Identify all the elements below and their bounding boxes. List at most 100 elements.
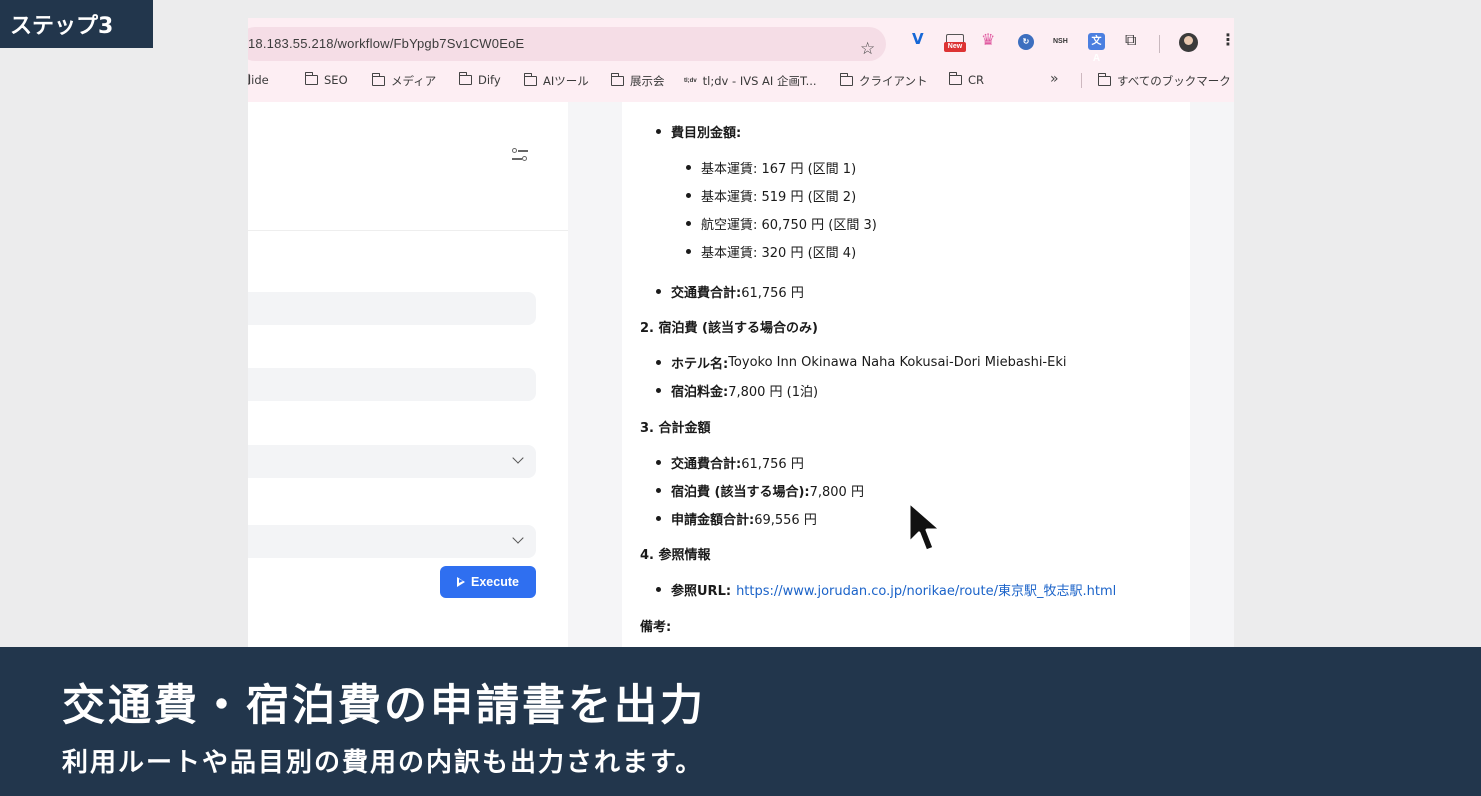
bookmark-ai-tools[interactable]: AIツール <box>523 73 589 89</box>
hotel-value: Toyoko Inn Okinawa Naha Kokusai-Dori Mie… <box>728 355 1067 370</box>
bookmark-label: 展示会 <box>630 74 665 88</box>
cost-by-item-label: 費目別金額: <box>671 126 742 141</box>
list-item: 宿泊費 (該当する場合): 7,800 円 <box>656 481 864 500</box>
bullet <box>686 221 691 226</box>
input-field-1[interactable] <box>248 292 536 325</box>
browser-window: 18.183.55.218/workflow/FbYpgb7Sv1CW0EoE … <box>248 18 1234 647</box>
reference-link[interactable]: https://www.jorudan.co.jp/norikae/route/… <box>736 580 1116 599</box>
all-bookmarks[interactable]: すべてのブックマーク <box>1097 73 1231 89</box>
toolbar-separator <box>1159 35 1160 53</box>
lodging-fee-value: 7,800 円 (1泊) <box>728 385 819 400</box>
new-screen-icon[interactable]: New <box>944 34 966 52</box>
folder-icon <box>948 72 962 85</box>
caption-title: 交通費・宿泊費の申請書を出力 <box>62 681 706 731</box>
panel-divider <box>248 230 568 231</box>
remarks-label: 備考: <box>640 620 672 635</box>
nsh-icon[interactable]: NSH <box>1053 38 1068 45</box>
bookmark-media[interactable]: メディア <box>371 73 437 89</box>
folder-icon <box>610 73 624 86</box>
mouse-cursor-icon <box>907 500 943 553</box>
url-text[interactable]: 18.183.55.218/workflow/FbYpgb7Sv1CW0EoE <box>248 36 524 51</box>
bookmark-star-icon[interactable]: ☆ <box>860 41 875 58</box>
step-badge: ステップ3 <box>0 0 153 48</box>
caption-subtitle: 利用ルートや品目別の費用の内訳も出力されます。 <box>62 748 704 778</box>
bookmark-slide[interactable]: slide <box>248 73 269 87</box>
sum-transport-label: 交通費合計: <box>671 457 742 472</box>
folder-icon <box>1097 73 1111 86</box>
cost-item: 航空運賃: 60,750 円 (区間 3) <box>701 218 877 233</box>
section-heading-4: 4. 参照情報 <box>640 548 711 563</box>
bookmark-label: CR <box>968 73 985 87</box>
bookmarks-separator <box>1081 73 1082 88</box>
list-item: 交通費合計: 61,756 円 <box>656 282 804 301</box>
folder-icon <box>458 72 472 85</box>
profile-avatar[interactable] <box>1179 33 1198 52</box>
bookmark-label: AIツール <box>543 74 589 88</box>
execute-label: Execute <box>471 575 519 589</box>
bookmark-cr[interactable]: CR <box>948 72 985 87</box>
more-bookmarks-icon[interactable]: » <box>1050 71 1059 87</box>
bullet <box>656 129 661 134</box>
video-frame: ステップ3 18.183.55.218/workflow/FbYpgb7Sv1C… <box>0 0 1481 796</box>
bullet <box>686 165 691 170</box>
bookmark-label: クライアント <box>859 74 928 88</box>
sum-lodging-value: 7,800 円 <box>809 485 864 500</box>
caption-banner: 交通費・宿泊費の申請書を出力 利用ルートや品目別の費用の内訳も出力されます。 <box>0 647 1481 796</box>
bullet <box>686 249 691 254</box>
bookmark-edge-bracket: ⌋ <box>248 72 251 86</box>
cost-item: 基本運賃: 320 円 (区間 4) <box>701 246 857 261</box>
output-document: 費目別金額: 基本運賃: 167 円 (区間 1) 基本運賃: 519 円 (区… <box>622 102 1190 647</box>
section-heading-2: 2. 宿泊費 (該当する場合のみ) <box>640 321 818 336</box>
new-badge: New <box>944 42 966 52</box>
bullet <box>656 360 661 365</box>
select-field-2[interactable] <box>248 525 536 558</box>
tldv-icon: tl;dv <box>684 78 697 84</box>
translate-icon[interactable]: 文A <box>1088 33 1105 64</box>
bookmark-label: すべてのブックマーク <box>1117 74 1231 88</box>
bookmark-label: Dify <box>478 73 501 87</box>
bookmark-client[interactable]: クライアント <box>839 73 928 89</box>
input-field-2[interactable] <box>248 368 536 401</box>
crown-icon[interactable]: ♛ <box>981 32 995 48</box>
execute-button[interactable]: Execute <box>440 566 536 598</box>
bookmarks-bar: slide ⌋ SEO メディア Dify AIツール 展示会 tl;dvtl;… <box>248 70 1234 92</box>
bullet <box>686 193 691 198</box>
lodging-fee-label: 宿泊料金: <box>671 385 729 400</box>
bookmark-label: メディア <box>391 74 437 88</box>
bookmark-tldv[interactable]: tl;dv tl;dv - IVS AI 企画T... <box>684 73 817 89</box>
workflow-input-panel: Execute <box>248 102 568 647</box>
list-item: 航空運賃: 60,750 円 (区間 3) <box>686 214 877 233</box>
list-item: 参照URL: https://www.jorudan.co.jp/norikae/… <box>656 580 1116 599</box>
bookmark-exhibition[interactable]: 展示会 <box>610 73 665 89</box>
bookmark-label: SEO <box>324 73 348 87</box>
sum-total-label: 申請金額合計: <box>671 513 755 528</box>
folder-icon <box>839 73 853 86</box>
bookmark-dify[interactable]: Dify <box>458 72 501 87</box>
list-item: 費目別金額: <box>656 122 741 141</box>
bullet <box>656 587 661 592</box>
list-item: 基本運賃: 320 円 (区間 4) <box>686 242 856 261</box>
list-item: 交通費合計: 61,756 円 <box>656 453 804 472</box>
vimium-icon[interactable]: V <box>912 32 924 47</box>
bullet <box>656 516 661 521</box>
browser-toolbar: 18.183.55.218/workflow/FbYpgb7Sv1CW0EoE … <box>248 18 1234 102</box>
bookmark-seo[interactable]: SEO <box>304 72 348 87</box>
folder-icon <box>523 73 537 86</box>
cost-item: 基本運賃: 519 円 (区間 2) <box>701 190 857 205</box>
sum-total-value: 69,556 円 <box>754 513 817 528</box>
select-field-1[interactable] <box>248 445 536 478</box>
bullet <box>656 488 661 493</box>
section-heading-3: 3. 合計金額 <box>640 421 711 436</box>
address-bar[interactable]: 18.183.55.218/workflow/FbYpgb7Sv1CW0EoE … <box>248 27 886 61</box>
bookmark-label: slide <box>248 73 269 87</box>
chevron-down-icon <box>512 532 524 544</box>
sum-lodging-label: 宿泊費 (該当する場合): <box>671 485 810 500</box>
settings-sliders-icon[interactable] <box>512 146 528 162</box>
list-item: 基本運賃: 167 円 (区間 1) <box>686 158 856 177</box>
list-item: ホテル名: Toyoko Inn Okinawa Naha Kokusai-Do… <box>656 353 1066 372</box>
folder-icon <box>304 72 318 85</box>
puzzle-icon[interactable]: ⧉ <box>1125 32 1136 48</box>
more-menu-icon[interactable]: ⋮ <box>1220 32 1234 48</box>
refresh-badge-icon[interactable]: ↻ <box>1018 34 1034 50</box>
list-item: 基本運賃: 519 円 (区間 2) <box>686 186 856 205</box>
